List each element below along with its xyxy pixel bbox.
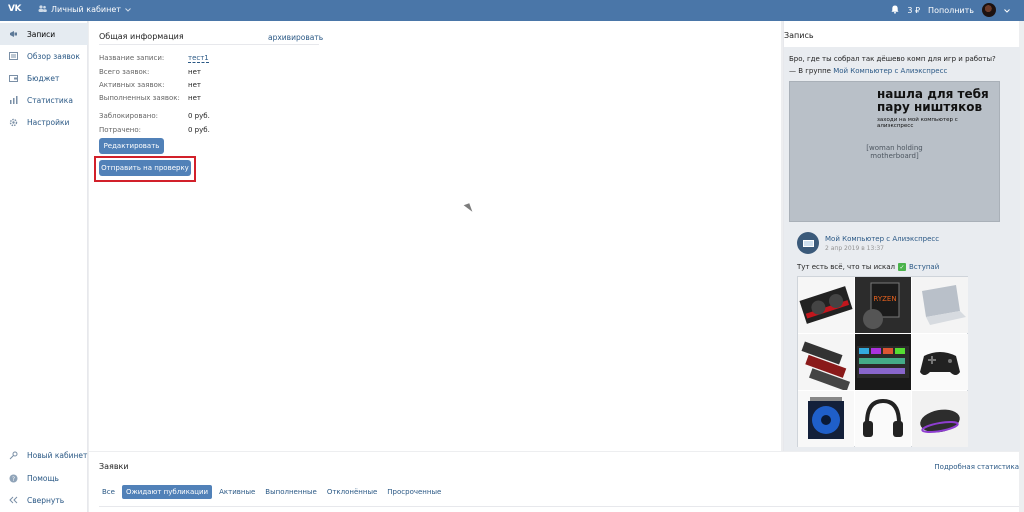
sidebar-item-label: Записи: [27, 29, 56, 39]
divider: [99, 44, 319, 45]
field-label-post-name: Название записи:: [99, 54, 165, 62]
tab-completed[interactable]: Выполненные: [262, 485, 320, 499]
sidebar-item-label: Обзор заявок: [27, 51, 80, 61]
balance: 3 ₽: [907, 5, 921, 15]
gear-icon: [9, 118, 18, 127]
collapse-icon: [9, 496, 18, 505]
monitor-icon[interactable]: [797, 232, 819, 254]
blocked-value: 0 руб.: [188, 112, 210, 120]
post-name-value[interactable]: тест1: [188, 54, 209, 63]
avatar[interactable]: [982, 3, 996, 17]
product-grid[interactable]: RYZEN: [797, 276, 968, 447]
wallet-icon: [9, 74, 18, 83]
sidebar-item-label: Новый кабинет: [27, 450, 88, 460]
field-label-spent: Потрачено:: [99, 126, 142, 134]
tab-active[interactable]: Активные: [216, 485, 258, 499]
sidebar-item-label: Статистика: [27, 95, 73, 105]
ad-text-line2: — В группе Мой Компьютер с Алиэкспресс: [789, 67, 947, 75]
ad-caption: Тут есть всё, что ты искал ✓ Вступай: [797, 263, 939, 271]
ad-image-placeholder-label: [woman holding motherboard]: [866, 143, 923, 160]
checkmark-icon: ✓: [897, 263, 906, 271]
tab-awaiting-publication[interactable]: Ожидают публикации: [121, 485, 213, 499]
ad-image-placeholder[interactable]: [woman holding motherboard] нашла для те…: [789, 81, 1000, 222]
chart-icon: [9, 96, 18, 105]
list-icon: [9, 52, 18, 61]
svg-text:RYZEN: RYZEN: [873, 295, 896, 303]
total-requests-value: нет: [188, 68, 201, 76]
join-link[interactable]: Вступай: [909, 263, 939, 271]
sidebar-item-budget[interactable]: Бюджет: [0, 67, 88, 89]
field-label-blocked: Заблокировано:: [99, 112, 158, 120]
tab-all[interactable]: Все: [99, 485, 118, 499]
sidebar-item-help[interactable]: ? Помощь: [0, 467, 88, 489]
sidebar-item-label: Свернуть: [27, 495, 65, 505]
ad-image-subline: заходи на мой компьютер с алиэкспресс: [877, 117, 958, 129]
archive-link[interactable]: архивировать: [268, 33, 323, 42]
ad-post: Бро, где ты собрал так дёшево комп для и…: [784, 47, 1020, 451]
cabinet-selector[interactable]: Личный кабинет: [38, 5, 131, 14]
topup-link[interactable]: Пополнить: [928, 6, 974, 15]
key-icon: [9, 451, 18, 460]
sidebar-item-posts[interactable]: Записи: [0, 23, 88, 45]
spent-value: 0 руб.: [188, 126, 210, 134]
sidebar-item-collapse[interactable]: Свернуть: [0, 489, 88, 511]
graphics-card-icon: [798, 277, 854, 333]
laptop-icon: [912, 277, 968, 333]
card-title: Запись: [784, 31, 814, 40]
sidebar: Записи Обзор заявок Бюджет Статистика На…: [0, 21, 88, 512]
caption-text: Тут есть всё, что ты искал: [797, 263, 895, 271]
chevron-down-icon[interactable]: [1004, 6, 1010, 15]
rgb-keyboard-icon: [855, 334, 911, 390]
requests-section: Заявки Подробная статистика Все Ожидают …: [89, 452, 1019, 512]
top-bar: VK Личный кабинет 3 ₽ Пополнить: [0, 0, 1024, 21]
ad-image-headline: нашла для тебя пару ништяков: [877, 87, 989, 114]
help-icon: ?: [9, 474, 18, 483]
megaphone-icon: [9, 30, 18, 39]
brand-name[interactable]: Мой Компьютер с Алиэкспресс: [825, 235, 939, 243]
requests-tabs: Все Ожидают публикации Активные Выполнен…: [99, 485, 444, 499]
completed-requests-value: нет: [188, 94, 201, 102]
main-panel: Общая информация архивировать Название з…: [89, 21, 781, 451]
mouse-icon: [912, 391, 968, 447]
sidebar-item-new-cabinet[interactable]: Новый кабинет: [0, 444, 88, 466]
tab-overdue[interactable]: Просроченные: [384, 485, 444, 499]
detailed-stats-link[interactable]: Подробная статистика: [934, 463, 1019, 471]
sidebar-item-statistics[interactable]: Статистика: [0, 89, 88, 111]
sidebar-item-label: Бюджет: [27, 73, 60, 83]
users-icon: [38, 5, 47, 14]
gamepad-icon: [912, 334, 968, 390]
sidebar-item-label: Помощь: [27, 473, 59, 483]
top-right-controls: 3 ₽ Пополнить: [891, 3, 1010, 17]
field-label-active-requests: Активных заявок:: [99, 81, 165, 89]
divider: [99, 506, 1019, 507]
brand-date: 2 апр 2019 в 13:37: [825, 245, 884, 252]
headphones-icon: [855, 391, 911, 447]
sidebar-item-label: Настройки: [27, 117, 70, 127]
requests-title: Заявки: [99, 462, 129, 471]
svg-text:?: ?: [12, 476, 15, 483]
ad-text-line1: Бро, где ты собрал так дёшево комп для и…: [789, 55, 996, 63]
post-preview-card: Запись Бро, где ты собрал так дёшево ком…: [783, 21, 1020, 451]
highlight-box: [94, 156, 196, 182]
tab-rejected[interactable]: Отклонённые: [324, 485, 380, 499]
section-title: Общая информация: [99, 32, 184, 41]
vk-logo[interactable]: VK: [8, 4, 22, 16]
ad-group-link[interactable]: Мой Компьютер с Алиэкспресс: [833, 67, 947, 75]
field-label-completed-requests: Выполненных заявок:: [99, 94, 180, 102]
ram-module-icon: [798, 334, 854, 390]
sidebar-item-requests-overview[interactable]: Обзор заявок: [0, 45, 88, 67]
bell-icon[interactable]: [891, 5, 899, 16]
cabinet-title: Личный кабинет: [51, 5, 121, 14]
chevron-down-icon: [125, 5, 131, 14]
ryzen-cpu-icon: RYZEN: [855, 277, 911, 333]
field-label-total-requests: Всего заявок:: [99, 68, 150, 76]
active-requests-value: нет: [188, 81, 201, 89]
ad-image-text: нашла для тебя пару ништяков заходи на м…: [877, 87, 993, 130]
edit-button[interactable]: Редактировать: [99, 138, 164, 154]
ad-text-prefix: — В группе: [789, 67, 834, 75]
sidebar-item-settings[interactable]: Настройки: [0, 111, 88, 133]
cpu-cooler-icon: [798, 391, 854, 447]
